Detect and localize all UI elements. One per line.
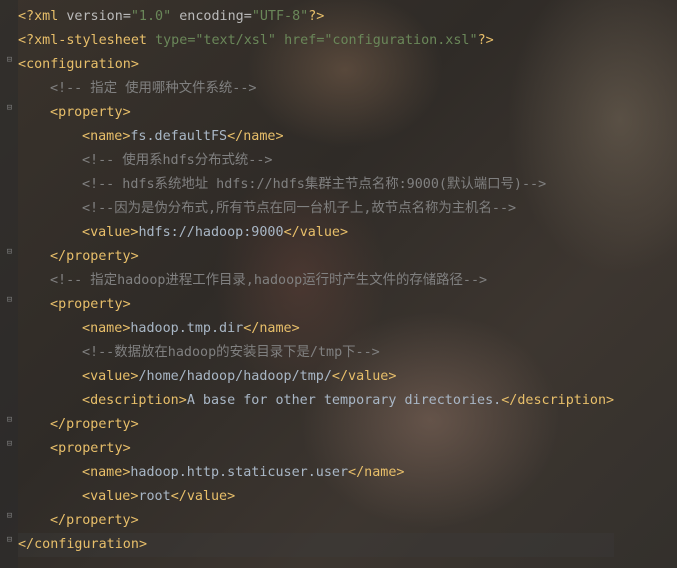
comment-line[interactable]: <!-- 使用系hdfs分布式统-->: [18, 149, 614, 173]
property-description-text: A base for other temporary directories.: [186, 393, 502, 408]
tag-name: property: [58, 105, 123, 120]
name-line[interactable]: <name>fs.defaultFS</name>: [18, 125, 614, 149]
xml-stylesheet-line[interactable]: <?xml-stylesheet type="text/xsl" href="c…: [18, 29, 614, 53]
pi-name: xml: [34, 9, 59, 24]
code-editor[interactable]: ⊟ ⊟ ⊟ ⊟ ⊟ ⊟ ⊟ ⊟ <?xml version="1.0" enco…: [0, 0, 677, 568]
editor-gutter: ⊟ ⊟ ⊟ ⊟ ⊟ ⊟ ⊟ ⊟: [0, 0, 18, 568]
property-name-value: hadoop.tmp.dir: [130, 321, 244, 336]
comment-line[interactable]: <!--因为是伪分布式,所有节点在同一台机子上,故节点名称为主机名-->: [18, 197, 614, 221]
tag-name: name: [259, 321, 292, 336]
comment-text: <!--数据放在hadoop的安装目录下是/tmp下-->: [82, 345, 380, 360]
tag-name: name: [90, 321, 123, 336]
pi-close: ?>: [308, 9, 325, 24]
pi-close: ?>: [477, 33, 494, 48]
tag-name: name: [243, 129, 276, 144]
attr-name: version: [66, 9, 123, 24]
value-line[interactable]: <value>root</value>: [18, 485, 614, 509]
attr-value: "text/xsl": [195, 33, 276, 48]
tag-name: description: [517, 393, 607, 408]
attr-value: "UTF-8": [251, 9, 309, 24]
attr-value: "configuration.xsl": [324, 33, 478, 48]
comment-line[interactable]: <!--数据放在hadoop的安装目录下是/tmp下-->: [18, 341, 614, 365]
fold-marker-icon[interactable]: ⊟: [5, 104, 14, 113]
property-open-line[interactable]: <property>: [18, 293, 614, 317]
fold-marker-icon[interactable]: ⊟: [5, 248, 14, 257]
tag-name: property: [66, 417, 131, 432]
tag-name: value: [348, 369, 389, 384]
fold-marker-icon[interactable]: ⊟: [5, 512, 14, 521]
property-value-text: /home/hadoop/hadoop/tmp/: [138, 369, 332, 384]
comment-text: <!-- 指定hadoop进程工作目录,hadoop运行时产生文件的存储路径--…: [50, 273, 488, 288]
tag-name: configuration: [34, 537, 139, 552]
comment-text: <!-- 使用系hdfs分布式统-->: [82, 153, 273, 168]
property-close-line[interactable]: </property>: [18, 245, 614, 269]
property-close-line[interactable]: </property>: [18, 509, 614, 533]
name-line[interactable]: <name>hadoop.http.staticuser.user</name>: [18, 461, 614, 485]
attr-name: encoding: [179, 9, 244, 24]
property-value-text: hdfs://hadoop:9000: [138, 225, 284, 240]
tag-name: value: [90, 369, 131, 384]
comment-line[interactable]: <!-- 指定 使用哪种文件系统-->: [18, 77, 614, 101]
attr-name: href: [284, 33, 317, 48]
tag-name: value: [90, 225, 131, 240]
configuration-open-line[interactable]: <configuration>: [18, 53, 614, 77]
tag-name: property: [58, 441, 123, 456]
tag-name: configuration: [26, 57, 131, 72]
attr-name: type: [155, 33, 188, 48]
property-name-value: fs.defaultFS: [130, 129, 228, 144]
tag-name: value: [90, 489, 131, 504]
tag-name: name: [90, 129, 123, 144]
property-close-line[interactable]: </property>: [18, 413, 614, 437]
name-line[interactable]: <name>hadoop.tmp.dir</name>: [18, 317, 614, 341]
tag-name: name: [90, 465, 123, 480]
tag-name: property: [66, 513, 131, 528]
configuration-close-line[interactable]: </configuration>: [18, 533, 615, 557]
tag-name: name: [364, 465, 397, 480]
fold-marker-icon[interactable]: ⊟: [5, 440, 14, 449]
pi-open: <?: [18, 33, 35, 48]
fold-marker-icon[interactable]: ⊟: [5, 56, 14, 65]
comment-text: <!--因为是伪分布式,所有节点在同一台机子上,故节点名称为主机名-->: [82, 201, 517, 216]
fold-marker-icon[interactable]: ⊟: [5, 416, 14, 425]
xml-declaration-line[interactable]: <?xml version="1.0" encoding="UTF-8"?>: [18, 5, 614, 29]
description-line[interactable]: <description>A base for other temporary …: [18, 389, 614, 413]
attr-value: "1.0": [130, 9, 172, 24]
code-lines: <?xml version="1.0" encoding="UTF-8"?> <…: [18, 5, 615, 557]
fold-marker-icon[interactable]: ⊟: [5, 296, 14, 305]
tag-name: property: [66, 249, 131, 264]
tag-name: value: [186, 489, 228, 504]
comment-line[interactable]: <!-- hdfs系统地址 hdfs://hdfs集群主节点名称:9000(默认…: [18, 173, 614, 197]
pi-name: xml-stylesheet: [34, 33, 147, 48]
comment-text: <!-- 指定 使用哪种文件系统-->: [50, 81, 257, 96]
comment-text: <!-- hdfs系统地址 hdfs://hdfs集群主节点名称:9000(默认…: [82, 177, 547, 192]
property-name-value: hadoop.http.staticuser.user: [130, 465, 349, 480]
property-open-line[interactable]: <property>: [18, 101, 614, 125]
pi-open: <?: [18, 9, 35, 24]
tag-name: value: [299, 225, 340, 240]
value-line[interactable]: <value>hdfs://hadoop:9000</value>: [18, 221, 614, 245]
fold-marker-icon[interactable]: ⊟: [5, 536, 14, 545]
value-line[interactable]: <value>/home/hadoop/hadoop/tmp/</value>: [18, 365, 614, 389]
property-open-line[interactable]: <property>: [18, 437, 614, 461]
property-value-text: root: [138, 489, 171, 504]
comment-line[interactable]: <!-- 指定hadoop进程工作目录,hadoop运行时产生文件的存储路径--…: [18, 269, 614, 293]
tag-name: property: [58, 297, 123, 312]
tag-name: description: [90, 393, 179, 408]
